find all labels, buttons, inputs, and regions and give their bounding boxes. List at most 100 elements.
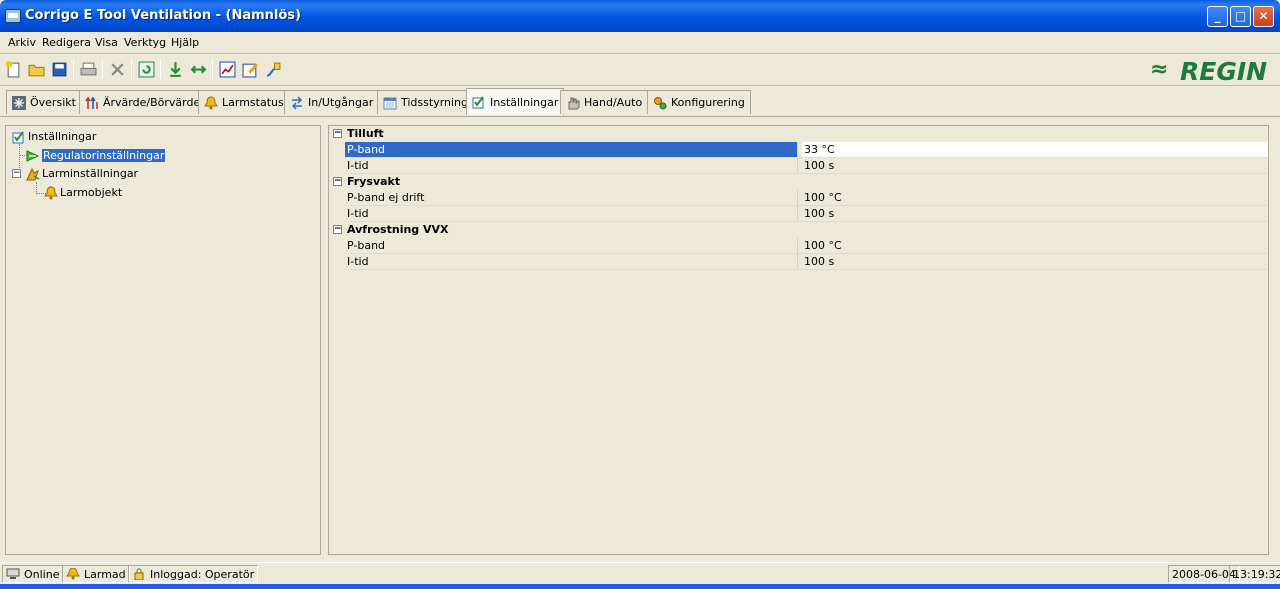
property-value[interactable]: 100 °C <box>802 238 1268 253</box>
tab-arvarde-borvarde[interactable]: Ärvärde/Börvärde <box>79 90 207 114</box>
tab-label: In/Utgångar <box>308 96 374 109</box>
grid-row-i-tid[interactable]: I-tid 100 s <box>345 254 1268 270</box>
snowflake-icon <box>12 95 26 110</box>
bell-icon <box>204 95 218 109</box>
window-title: Corrigo E Tool Ventilation - (Namnlös) <box>25 8 301 23</box>
property-value[interactable]: 100 s <box>802 206 1268 221</box>
group-title: Frysvakt <box>347 175 401 188</box>
connect-icon[interactable] <box>265 61 282 78</box>
controller-icon <box>26 149 40 162</box>
menu-bar: Arkiv Redigera Visa Verktyg Hjälp <box>0 32 1280 54</box>
bell-icon <box>44 185 58 199</box>
logo-text: REGIN <box>1180 57 1268 86</box>
menu-hjalp[interactable]: Hjälp <box>171 36 199 49</box>
tab-label: Larmstatus <box>222 96 284 109</box>
tab-larmstatus[interactable]: Larmstatus <box>198 90 290 114</box>
toolbar <box>0 55 1280 86</box>
collapse-icon[interactable]: − <box>333 177 342 186</box>
tab-label: Inställningar <box>490 95 559 109</box>
property-name: P-band <box>345 238 798 253</box>
group-avfrostning-vvx[interactable]: − Avfrostning VVX <box>329 222 1268 238</box>
download-icon[interactable] <box>167 61 184 78</box>
tab-label: Konfigurering <box>671 96 745 109</box>
close-button[interactable]: ✕ <box>1253 6 1274 27</box>
status-login: Inloggad: Operatör <box>128 565 259 583</box>
maximize-button[interactable]: □ <box>1230 6 1251 27</box>
tree-root[interactable]: Inställningar <box>12 128 96 145</box>
property-value[interactable]: 100 s <box>802 254 1268 269</box>
status-time: 13:19:32 <box>1229 565 1280 583</box>
tab-bar: Översikt Ärvärde/Börvärde Larmstatus In/… <box>0 87 1280 117</box>
property-name: P-band ej drift <box>345 190 798 205</box>
settings-tree: Inställningar Regulatorinställningar − L… <box>5 125 321 555</box>
tree-root-label: Inställningar <box>28 130 97 143</box>
property-name: P-band <box>345 142 798 157</box>
status-online-label: Online <box>24 567 60 581</box>
menu-arkiv[interactable]: Arkiv <box>8 36 36 49</box>
trend-chart-icon[interactable] <box>219 61 236 78</box>
tree-item-larminstallningar[interactable]: Larminställningar <box>26 165 138 182</box>
menu-redigera[interactable]: Redigera <box>42 36 91 49</box>
grid-row-p-band[interactable]: P-band 33 °C <box>345 142 1268 158</box>
delete-icon[interactable] <box>109 61 126 78</box>
checkbox-icon <box>12 130 24 143</box>
tab-konfigurering[interactable]: Konfigurering <box>647 90 751 114</box>
tab-label: Översikt <box>30 96 76 109</box>
collapse-icon[interactable]: − <box>12 169 21 178</box>
tab-in-utgangar[interactable]: In/Utgångar <box>284 90 380 114</box>
tab-label: Ärvärde/Börvärde <box>103 96 201 109</box>
io-arrows-icon <box>291 95 303 110</box>
property-value[interactable]: 100 s <box>802 158 1268 173</box>
alarm-settings-icon <box>26 167 40 180</box>
new-file-icon[interactable] <box>5 61 22 78</box>
checkbox-icon <box>472 96 484 109</box>
app-icon[interactable] <box>5 9 21 23</box>
tab-oversikt[interactable]: Översikt <box>6 90 82 114</box>
group-frysvakt[interactable]: − Frysvakt <box>329 174 1268 190</box>
collapse-icon[interactable]: − <box>333 225 342 234</box>
taskbar-strip <box>0 584 1280 589</box>
status-alarm: Larmad <box>62 565 130 583</box>
grid-row-p-band-ej-drift[interactable]: P-band ej drift 100 °C <box>345 190 1268 206</box>
status-alarm-label: Larmad <box>84 567 126 581</box>
calendar-icon <box>383 97 397 109</box>
tree-item-label: Larmobjekt <box>60 186 123 199</box>
logo-mark: ≈ <box>1150 57 1169 82</box>
property-name: I-tid <box>345 206 798 221</box>
hand-icon <box>568 97 580 109</box>
menu-verktyg[interactable]: Verktyg <box>124 36 166 49</box>
tree-item-label: Regulatorinställningar <box>42 149 166 162</box>
refresh-icon[interactable] <box>138 61 155 78</box>
title-bar: Corrigo E Tool Ventilation - (Namnlös) _… <box>0 0 1280 32</box>
menu-visa[interactable]: Visa <box>95 36 118 49</box>
tree-item-larmobjekt[interactable]: Larmobjekt <box>44 184 122 201</box>
collapse-icon[interactable]: − <box>333 129 342 138</box>
property-grid: − Tilluft P-band 33 °C I-tid 100 s − Fry… <box>328 125 1269 555</box>
edit-icon[interactable] <box>242 61 259 78</box>
group-tilluft[interactable]: − Tilluft <box>329 126 1268 142</box>
status-bar: Online Larmad Inloggad: Operatör 2008-06… <box>0 562 1280 584</box>
status-login-label: Inloggad: Operatör <box>150 567 255 581</box>
property-name: I-tid <box>345 254 798 269</box>
group-title: Tilluft <box>347 127 384 140</box>
save-icon[interactable] <box>51 61 68 78</box>
group-title: Avfrostning VVX <box>347 223 449 236</box>
status-date-label: 2008-06-04 <box>1172 567 1236 581</box>
property-name: I-tid <box>345 158 798 173</box>
regin-logo: ≈ REGIN <box>1150 57 1268 86</box>
property-value[interactable]: 33 °C <box>802 142 1268 157</box>
minimize-button[interactable]: _ <box>1207 6 1228 27</box>
grid-row-i-tid[interactable]: I-tid 100 s <box>345 206 1268 222</box>
open-folder-icon[interactable] <box>28 61 45 78</box>
connection-icon <box>6 568 20 579</box>
tab-hand-auto[interactable]: Hand/Auto <box>560 90 649 114</box>
property-value[interactable]: 100 °C <box>802 190 1268 205</box>
grid-row-i-tid[interactable]: I-tid 100 s <box>345 158 1268 174</box>
print-icon[interactable] <box>80 61 97 78</box>
tab-installningar[interactable]: Inställningar <box>466 88 565 115</box>
tab-tidsstyrning[interactable]: Tidsstyrning <box>377 90 475 114</box>
tree-item-regulatorinstallningar[interactable]: Regulatorinställningar <box>26 147 166 164</box>
grid-row-p-band[interactable]: P-band 100 °C <box>345 238 1268 254</box>
transfer-icon[interactable] <box>190 61 207 78</box>
tree-item-label: Larminställningar <box>42 167 139 180</box>
